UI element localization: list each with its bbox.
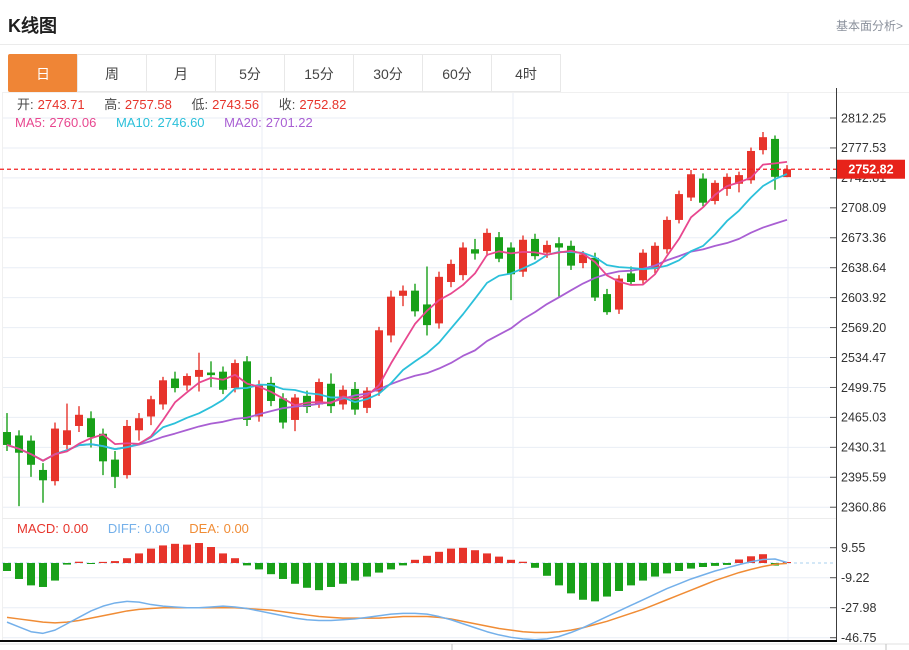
ma5-label: MA5: <box>15 115 46 130</box>
dea-label: DEA: <box>189 521 220 536</box>
tab-month[interactable]: 月 <box>146 54 216 92</box>
tab-15min[interactable]: 15分 <box>284 54 354 92</box>
svg-text:2395.59: 2395.59 <box>841 471 886 485</box>
svg-text:2638.64: 2638.64 <box>841 261 886 275</box>
open-value: 2743.71 <box>37 97 85 112</box>
tab-5min[interactable]: 5分 <box>215 54 285 92</box>
page-title: K线图 <box>8 16 57 36</box>
svg-text:-9.22: -9.22 <box>841 571 870 585</box>
svg-text:2534.47: 2534.47 <box>841 351 886 365</box>
open-label: 开: <box>17 97 34 112</box>
tab-4hour[interactable]: 4时 <box>491 54 561 92</box>
bottom-scrollbar <box>0 643 909 650</box>
svg-text:9.55: 9.55 <box>841 541 865 555</box>
ma20-value: 2701.22 <box>265 115 313 130</box>
candles <box>3 132 791 507</box>
svg-text:2708.09: 2708.09 <box>841 201 886 215</box>
ma10-value: 2746.60 <box>157 115 205 130</box>
svg-text:2465.03: 2465.03 <box>841 411 886 425</box>
svg-text:2812.25: 2812.25 <box>841 111 886 125</box>
svg-text:2673.36: 2673.36 <box>841 231 886 245</box>
kline-widget: 2812.252777.532742.812708.092673.362638.… <box>0 0 909 650</box>
tab-day[interactable]: 日 <box>8 54 78 92</box>
svg-text:2569.20: 2569.20 <box>841 321 886 335</box>
ma5-value: 2760.06 <box>49 115 97 130</box>
ma-legend: MA5: 2760.06 MA10: 2746.60 MA20: 2701.22 <box>15 115 317 130</box>
svg-text:2777.53: 2777.53 <box>841 141 886 155</box>
ma20-label: MA20: <box>224 115 262 130</box>
macd-legend: MACD: 0.00 DIFF: 0.00 DEA: 0.00 <box>17 521 253 536</box>
fundamental-analysis-link[interactable]: 基本面分析> <box>836 17 903 34</box>
current-price-tag: 2752.82 <box>837 159 905 179</box>
svg-text:-27.98: -27.98 <box>841 601 876 615</box>
macd-panel <box>3 543 791 641</box>
svg-text:-46.75: -46.75 <box>841 631 876 645</box>
ohlc-legend: 开: 2743.71 高: 2757.58 低: 2743.56 收: 2752.82 <box>17 94 350 113</box>
macd-label: MACD: <box>17 521 59 536</box>
header-divider <box>0 44 909 45</box>
ma10-label: MA10: <box>115 115 154 130</box>
low-label: 低: <box>191 97 209 112</box>
tab-30min[interactable]: 30分 <box>353 54 423 92</box>
tab-60min[interactable]: 60分 <box>422 54 492 92</box>
svg-text:2430.31: 2430.31 <box>841 441 886 455</box>
svg-text:2603.92: 2603.92 <box>841 291 886 305</box>
close-value: 2752.82 <box>299 97 347 112</box>
dea-value: 0.00 <box>223 521 249 536</box>
period-tabs: 日 周 月 5分 15分 30分 60分 4时 <box>8 54 561 92</box>
tab-week[interactable]: 周 <box>77 54 147 92</box>
low-value: 2743.56 <box>212 97 260 112</box>
svg-text:2752.82: 2752.82 <box>848 163 893 177</box>
diff-label: DIFF: <box>107 521 141 536</box>
ma-lines <box>6 160 788 462</box>
svg-text:2360.86: 2360.86 <box>841 501 886 515</box>
diff-value: 0.00 <box>144 521 170 536</box>
high-value: 2757.58 <box>124 97 172 112</box>
svg-text:2499.75: 2499.75 <box>841 381 886 395</box>
macd-value: 0.00 <box>62 521 89 536</box>
high-label: 高: <box>104 97 121 112</box>
close-label: 收: <box>278 97 296 112</box>
